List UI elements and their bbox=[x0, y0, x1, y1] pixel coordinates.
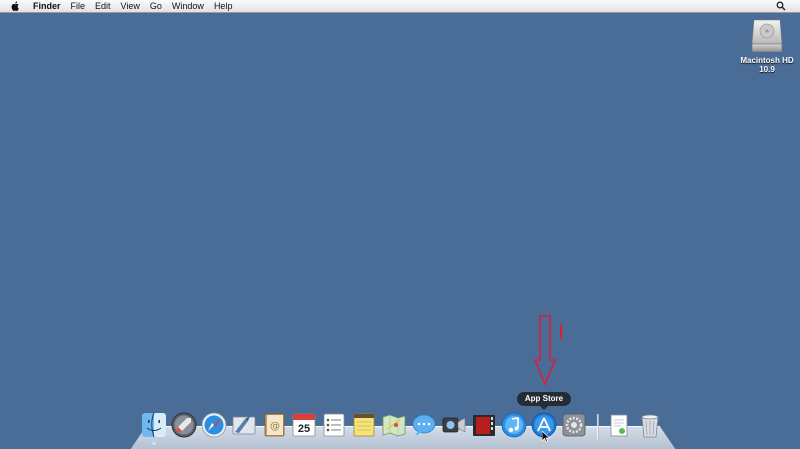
dock-item-finder[interactable] bbox=[140, 411, 168, 445]
dock-item-safari[interactable] bbox=[200, 411, 228, 441]
red-arrow-down-icon bbox=[533, 315, 557, 386]
reminders-icon bbox=[323, 413, 345, 437]
dock-separator bbox=[597, 414, 599, 440]
menu-window[interactable]: Window bbox=[167, 0, 209, 12]
finder-icon bbox=[142, 412, 166, 438]
dock-item-trash[interactable] bbox=[636, 411, 664, 441]
dock-item-photo-booth[interactable] bbox=[470, 411, 498, 441]
dock-item-documents[interactable] bbox=[605, 411, 633, 441]
macintosh-hd-desktop-icon[interactable]: Macintosh HD 10.9 bbox=[738, 16, 796, 74]
dock-tooltip: App Store bbox=[517, 392, 571, 410]
contacts-icon: @ bbox=[264, 413, 285, 437]
mail-icon bbox=[232, 416, 256, 435]
running-indicator bbox=[152, 442, 156, 445]
facetime-icon bbox=[442, 417, 466, 433]
notes-icon bbox=[353, 413, 375, 437]
mouse-cursor-icon bbox=[542, 431, 550, 443]
red-marker bbox=[560, 324, 562, 339]
maps-icon bbox=[382, 414, 406, 437]
dock-item-mail[interactable] bbox=[230, 411, 258, 441]
menu-go[interactable]: Go bbox=[145, 0, 167, 12]
dock-item-launchpad[interactable] bbox=[170, 411, 198, 441]
menu-edit[interactable]: Edit bbox=[90, 0, 116, 12]
safari-icon bbox=[201, 412, 227, 438]
dock-item-messages[interactable] bbox=[410, 411, 438, 441]
calendar-icon: 25 bbox=[292, 413, 316, 437]
dock-item-maps[interactable] bbox=[380, 411, 408, 441]
trash-icon bbox=[641, 414, 659, 438]
dock-item-notes[interactable] bbox=[350, 411, 378, 441]
messages-icon bbox=[412, 414, 436, 436]
disk-label: Macintosh HD 10.9 bbox=[738, 56, 796, 74]
dock-item-reminders[interactable] bbox=[320, 411, 348, 441]
itunes-icon bbox=[501, 412, 527, 438]
spotlight-search-icon[interactable] bbox=[776, 1, 786, 11]
launchpad-icon bbox=[171, 412, 197, 438]
dock-item-itunes[interactable] bbox=[500, 411, 528, 441]
dock-item-facetime[interactable] bbox=[440, 411, 468, 441]
menu-file[interactable]: File bbox=[66, 0, 91, 12]
hard-drive-icon bbox=[751, 19, 783, 53]
menu-view[interactable]: View bbox=[116, 0, 145, 12]
photo-booth-icon bbox=[473, 415, 495, 436]
system-preferences-icon bbox=[562, 413, 586, 437]
apple-icon[interactable] bbox=[11, 1, 20, 11]
disk-version: 10.9 bbox=[759, 65, 775, 74]
dock-item-contacts[interactable]: @ bbox=[260, 411, 288, 441]
dock-item-system-preferences[interactable] bbox=[560, 411, 588, 441]
menu-finder[interactable]: Finder bbox=[30, 0, 66, 12]
menu-bar: Finder File Edit View Go Window Help bbox=[0, 0, 800, 13]
documents-stack-icon bbox=[610, 414, 628, 437]
menu-help[interactable]: Help bbox=[209, 0, 238, 12]
disk-name: Macintosh HD bbox=[740, 56, 794, 65]
calendar-date: 25 bbox=[298, 423, 310, 435]
svg-text:@: @ bbox=[270, 421, 280, 432]
dock-item-calendar[interactable]: 25 bbox=[290, 411, 318, 441]
